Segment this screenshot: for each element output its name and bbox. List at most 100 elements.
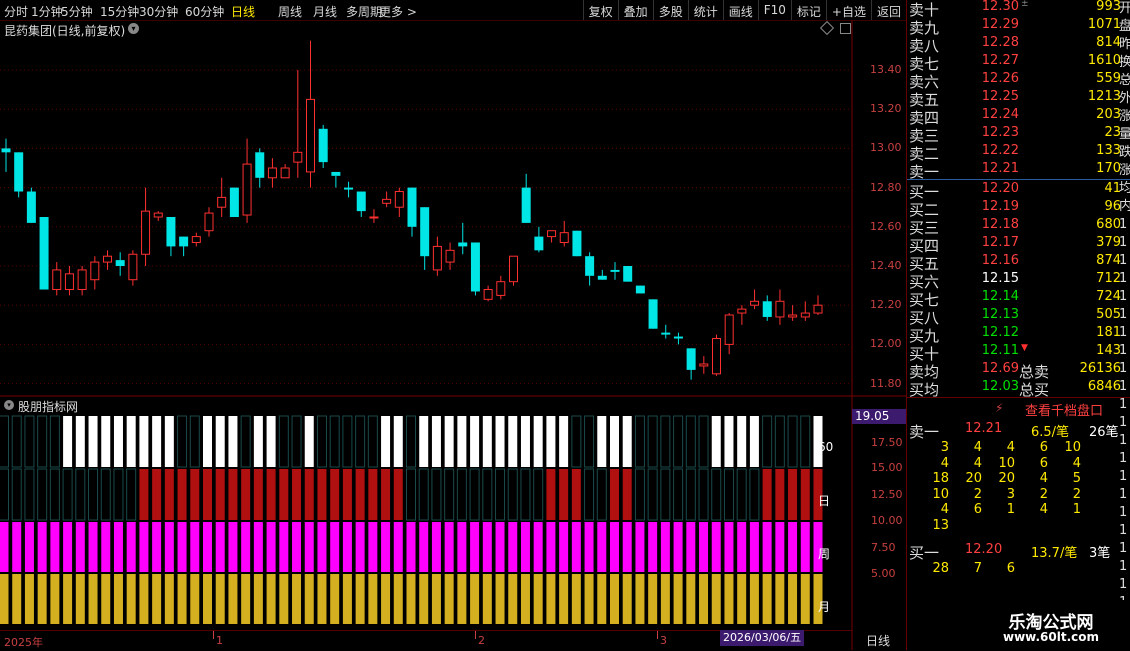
kline-chart[interactable] xyxy=(0,0,906,650)
indicator-menu-icon[interactable]: ▾ xyxy=(4,400,14,410)
indicator-bar xyxy=(393,469,403,520)
order-row[interactable]: 买二 12.19 96 xyxy=(909,199,1121,219)
view-depth-button[interactable]: 查看千档盘口 xyxy=(1025,400,1103,419)
candle-body xyxy=(166,217,176,247)
order-price: 12.23 xyxy=(981,125,1019,140)
indicator-bar-empty xyxy=(673,468,684,521)
candle-body xyxy=(673,336,683,339)
candle-body xyxy=(242,163,252,216)
order-row[interactable]: 买四 12.17 379 xyxy=(909,235,1121,255)
order-row[interactable]: 卖八 12.28 814 xyxy=(909,35,1121,55)
period-label[interactable]: 日线 xyxy=(866,632,890,649)
candle-body xyxy=(318,128,328,163)
order-row[interactable]: 卖三 12.23 23 xyxy=(909,125,1121,145)
indicator-bar-empty xyxy=(520,468,531,521)
trade-count: 3笔 xyxy=(1089,546,1111,561)
order-row[interactable]: 买五 12.16 874 xyxy=(909,253,1121,273)
order-row[interactable]: 卖七 12.27 1610 xyxy=(909,53,1121,73)
indicator-bar xyxy=(203,522,212,572)
indicator-bar-empty xyxy=(88,468,99,521)
order-row[interactable]: 卖一 12.21 170 xyxy=(909,161,1121,181)
indicator-tick: 15.00 xyxy=(871,461,903,474)
indicator-bar xyxy=(571,574,581,624)
date-tick: 1 xyxy=(216,634,223,647)
indicator-bar xyxy=(330,522,340,572)
trade-per: 6.5/笔 xyxy=(1031,425,1070,440)
order-volume: 133 xyxy=(1096,143,1121,158)
indicator-row-label: 日 xyxy=(818,494,831,508)
candle-body xyxy=(306,98,315,173)
indicator-bar-empty xyxy=(342,415,353,468)
indicator-bar xyxy=(0,522,9,572)
candle-body xyxy=(458,242,468,247)
strip-cell: 涨 xyxy=(1119,109,1130,124)
date-tick: 2 xyxy=(478,634,485,647)
strip-cell: 1 xyxy=(1119,559,1128,574)
date-tick-mark xyxy=(475,631,476,639)
indicator-bar xyxy=(152,416,162,467)
strip-cell: 1 xyxy=(1119,325,1128,340)
candle-body xyxy=(483,289,493,300)
order-volume: 170 xyxy=(1096,161,1121,176)
indicator-bar-empty xyxy=(584,415,595,468)
date-tick: 3 xyxy=(660,634,667,647)
trade-price: 12.20 xyxy=(965,542,1003,557)
indicator-bar xyxy=(368,469,378,520)
order-volume: 379 xyxy=(1096,235,1121,250)
indicator-bar-empty xyxy=(431,468,442,521)
candle-body xyxy=(547,230,557,238)
order-row[interactable]: 卖九 12.29 1071 xyxy=(909,17,1121,37)
trade-cell: 6 xyxy=(1039,455,1048,471)
indicator-value-box: 19.05 xyxy=(852,409,907,424)
indicator-bar-empty xyxy=(673,415,684,468)
strip-cell: 外 xyxy=(1119,91,1130,106)
order-price: 12.14 xyxy=(981,289,1019,304)
trade-cell: 4 xyxy=(1039,471,1048,486)
indicator-bar xyxy=(12,522,22,572)
candle-body xyxy=(610,269,620,272)
indicator-tick: 5.00 xyxy=(871,567,896,580)
order-row[interactable]: 买三 12.18 680 xyxy=(909,217,1121,237)
avg-price: 12.03 xyxy=(981,379,1019,394)
indicator-bar-empty xyxy=(355,415,366,468)
indicator-bar xyxy=(533,416,543,467)
indicator-bar xyxy=(495,574,505,624)
order-row[interactable]: 买九 12.12 181 xyxy=(909,325,1121,345)
indicator-bar xyxy=(749,416,759,467)
order-row[interactable]: 买一 12.20 41 xyxy=(909,181,1121,201)
indicator-bar xyxy=(660,574,670,624)
order-row[interactable]: 买六 12.15 712 xyxy=(909,271,1121,291)
indicator-bar xyxy=(762,522,772,572)
candle-body xyxy=(14,152,24,192)
indicator-bar xyxy=(381,469,391,520)
strip-cell: 1 xyxy=(1119,505,1128,520)
indicator-bar xyxy=(266,522,276,572)
trade-cell: 4 xyxy=(973,440,982,455)
order-row[interactable]: 买十 12.11 ▼ 143 xyxy=(909,343,1121,363)
indicator-tick: 12.50 xyxy=(871,488,903,501)
indicator-bar xyxy=(724,574,734,624)
order-row[interactable]: 卖六 12.26 559 xyxy=(909,71,1121,91)
indicator-bar xyxy=(342,522,352,572)
indicator-bar xyxy=(88,574,98,624)
order-row[interactable]: 卖五 12.25 1213 xyxy=(909,89,1121,109)
indicator-bar-empty xyxy=(698,468,709,521)
indicator-title: 股朋指标网 xyxy=(18,400,79,414)
trade-cell: 3 xyxy=(940,440,949,455)
trade-cell: 4 xyxy=(973,455,982,471)
indicator-bar xyxy=(749,522,759,572)
order-row[interactable]: 卖二 12.22 133 xyxy=(909,143,1121,163)
strip-cell: 1 xyxy=(1119,235,1128,250)
candle-body xyxy=(280,167,290,179)
indicator-bar-empty xyxy=(316,415,327,468)
order-row[interactable]: 买七 12.14 724 xyxy=(909,289,1121,309)
indicator-bar-empty xyxy=(711,468,722,521)
order-row[interactable]: 卖四 12.24 203 xyxy=(909,107,1121,127)
order-row[interactable]: 买八 12.13 505 xyxy=(909,307,1121,327)
strip-cell: 1 xyxy=(1119,469,1128,484)
strip-cell: 开 xyxy=(1119,1,1130,16)
trade-label: 卖一 xyxy=(909,423,940,441)
indicator-bar xyxy=(177,574,187,624)
indicator-bar xyxy=(266,416,276,467)
order-row[interactable]: 卖十 12.30 ±993 xyxy=(909,0,1121,19)
